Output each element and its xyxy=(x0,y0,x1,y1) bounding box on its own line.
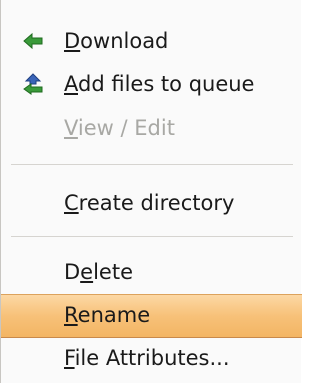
menu-item-create-directory[interactable]: Create directory xyxy=(1,182,302,226)
arrow-left-icon xyxy=(23,32,43,50)
context-menu: Download Add files to queue View / Edit … xyxy=(0,0,302,383)
menu-item-rename[interactable]: Rename xyxy=(1,294,302,338)
menu-item-view-edit[interactable]: View / Edit xyxy=(1,107,302,151)
menu-item-label: Create directory xyxy=(64,191,235,215)
queue-arrows-icon xyxy=(23,73,43,95)
menu-item-label: Rename xyxy=(64,303,151,327)
menu-item-label: Add files to queue xyxy=(64,72,255,96)
menu-item-label: View / Edit xyxy=(64,116,175,140)
menu-separator xyxy=(11,236,293,237)
menu-item-delete[interactable]: Delete xyxy=(1,251,302,295)
menu-item-file-attributes[interactable]: File Attributes... xyxy=(1,337,302,381)
menu-separator xyxy=(11,164,293,165)
menu-item-label: Delete xyxy=(64,260,134,284)
menu-item-add-files-to-queue[interactable]: Add files to queue xyxy=(1,63,302,107)
menu-item-label: Download xyxy=(64,29,169,53)
menu-item-download[interactable]: Download xyxy=(1,20,302,64)
menu-item-label: File Attributes... xyxy=(64,346,230,370)
